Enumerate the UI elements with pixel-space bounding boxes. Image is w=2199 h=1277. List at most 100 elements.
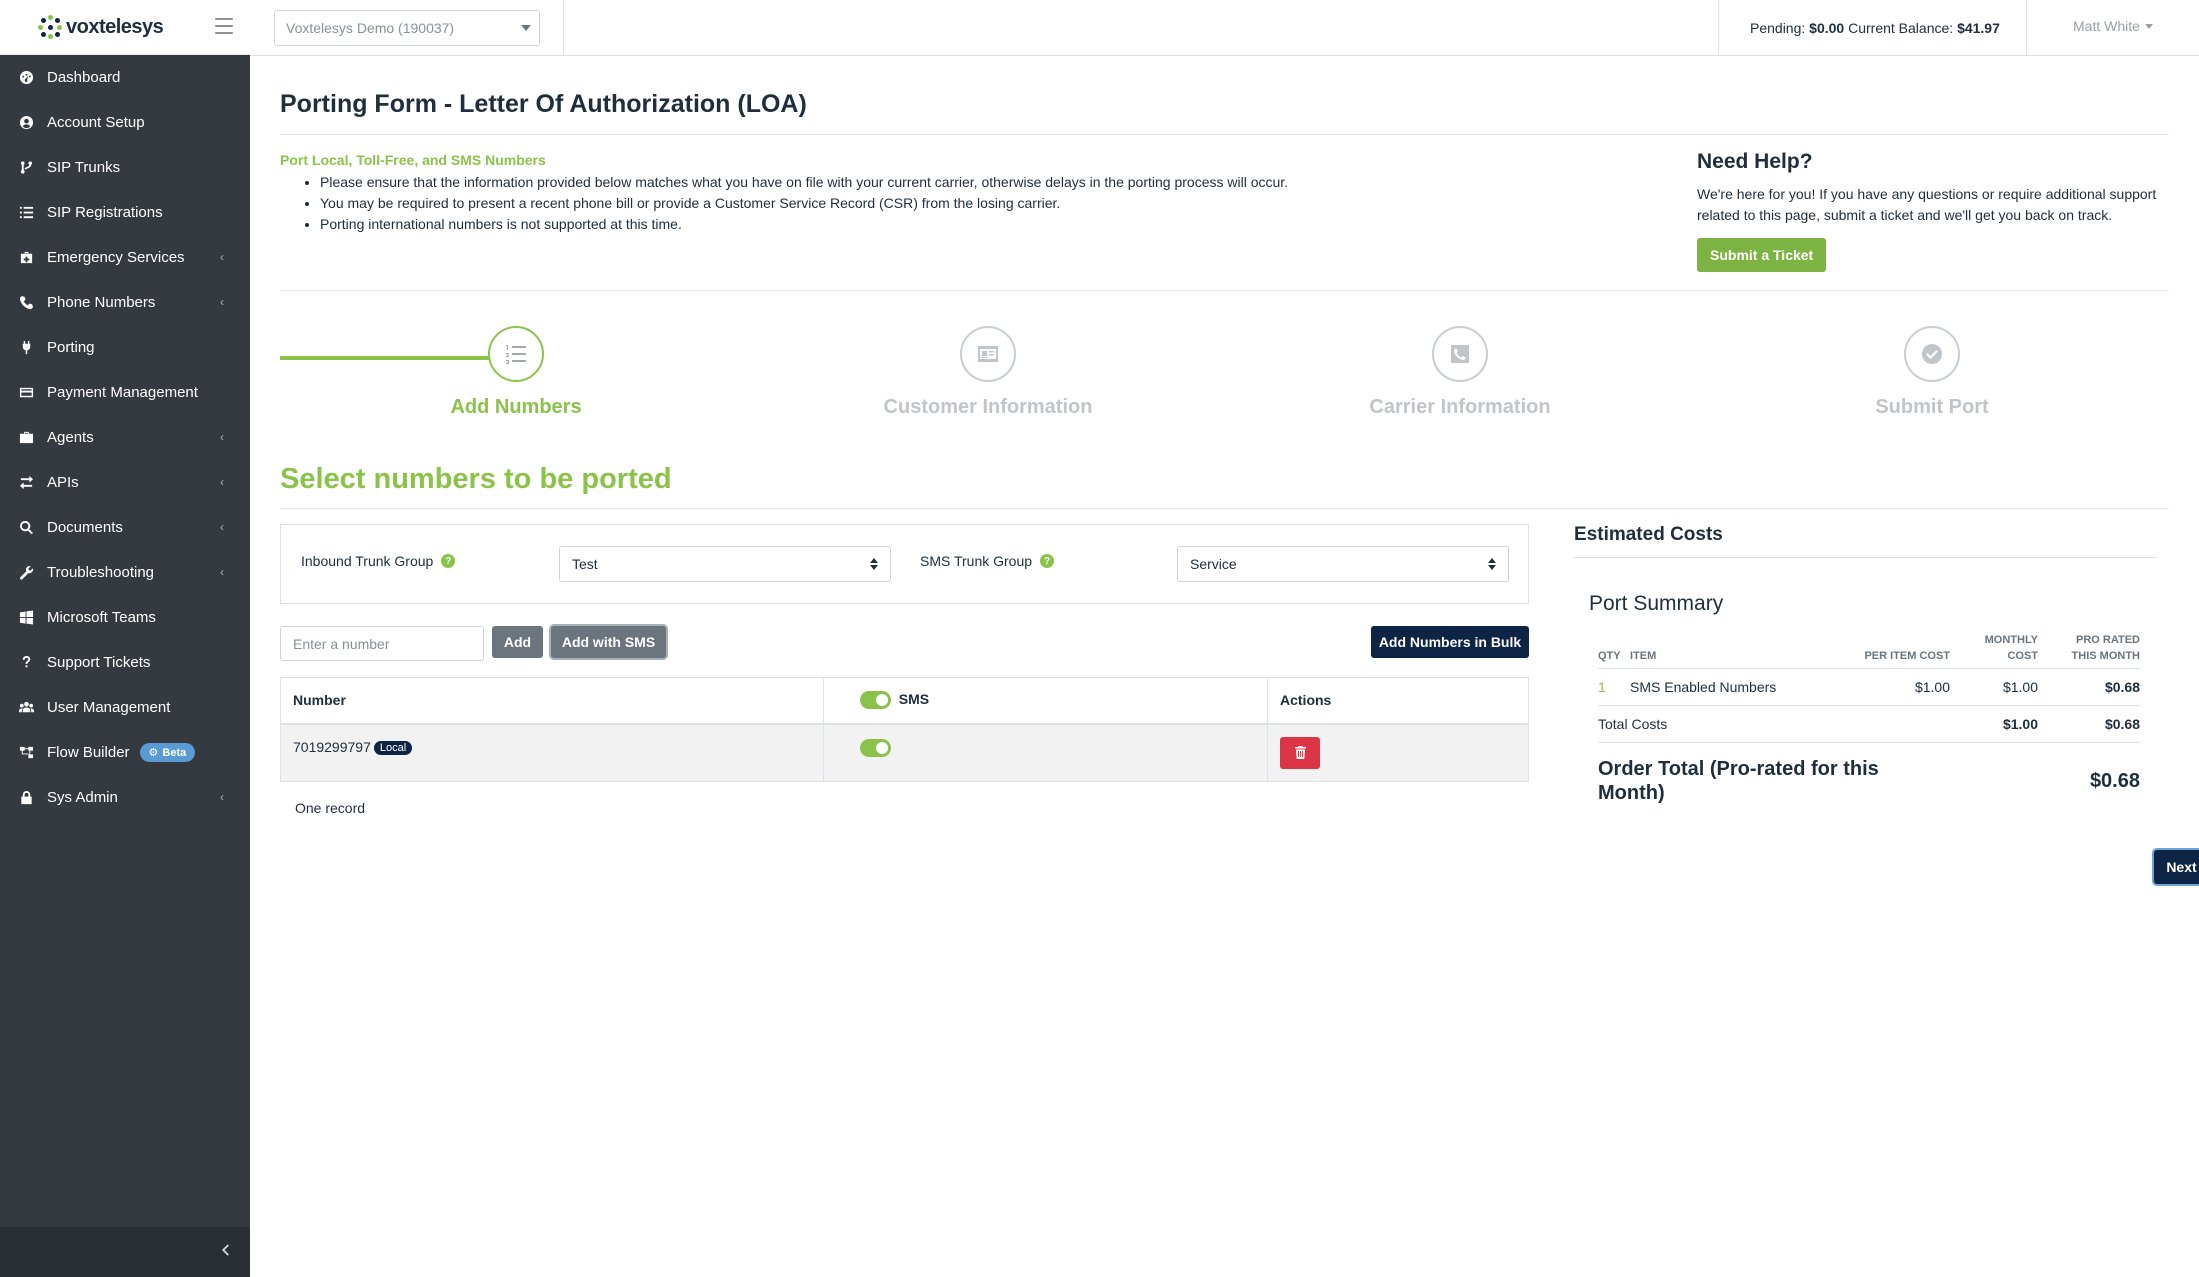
sidebar-item-label: SIP Registrations xyxy=(47,204,163,221)
chevron-left-icon: ‹ xyxy=(220,520,224,534)
column-header-monthly-cost: Monthly Cost xyxy=(1950,628,2038,669)
account-select[interactable]: Voxtelesys Demo (190037) xyxy=(274,10,540,46)
add-numbers-in-bulk-button[interactable]: Add Numbers in Bulk xyxy=(1371,626,1529,658)
sidebar-item-emergency-services[interactable]: Emergency Services ‹ xyxy=(0,235,250,280)
chevron-left-icon[interactable] xyxy=(218,1243,232,1261)
sidebar-item-label: Flow Builder xyxy=(47,744,130,761)
empty-cell xyxy=(1810,705,1950,743)
column-header-item: Item xyxy=(1630,628,1810,669)
brand-name: voxtelesys xyxy=(66,15,164,39)
next-button[interactable]: Next xyxy=(2154,850,2199,884)
sidebar-item-account-setup[interactable]: Account Setup xyxy=(0,100,250,145)
sidebar-item-support-tickets[interactable]: Support Tickets xyxy=(0,640,250,685)
sidebar-item-label: Emergency Services xyxy=(47,249,185,266)
number-input[interactable]: Enter a number xyxy=(280,626,484,661)
inbound-trunk-label: Inbound Trunk Group ? xyxy=(301,553,456,569)
intro-heading: Port Local, Toll-Free, and SMS Numbers xyxy=(280,152,546,168)
help-icon[interactable]: ? xyxy=(1040,554,1055,568)
sms-trunk-label-text: SMS Trunk Group xyxy=(920,553,1033,569)
user-menu[interactable]: Matt White xyxy=(2073,18,2153,34)
caret-down-icon xyxy=(521,25,531,31)
prorated-cell: $0.68 xyxy=(2038,668,2140,706)
column-header-per-item-cost: Per Item Cost xyxy=(1810,628,1950,669)
qty-cell: 1 xyxy=(1598,668,1630,706)
sidebar-item-label: APIs xyxy=(47,474,79,491)
sms-trunk-select[interactable]: Service xyxy=(1177,546,1509,582)
phone-icon xyxy=(18,294,35,311)
sidebar-item-porting[interactable]: Porting xyxy=(0,325,250,370)
sidebar-item-label: Agents xyxy=(47,429,94,446)
submit-ticket-button[interactable]: Submit a Ticket xyxy=(1697,238,1827,272)
sidebar-item-label: Documents xyxy=(47,519,123,536)
sidebar-item-payment-management[interactable]: Payment Management xyxy=(0,370,250,415)
total-costs-row: Total Costs $1.00 $0.68 xyxy=(1598,705,2140,743)
briefcase-icon xyxy=(18,429,35,446)
page-title: Porting Form - Letter Of Authorization (… xyxy=(280,90,807,118)
sidebar-item-sip-trunks[interactable]: SIP Trunks xyxy=(0,145,250,190)
search-icon xyxy=(18,519,35,536)
sidebar: voxtelesys Dashboard Account Setup SIP T… xyxy=(0,0,250,1277)
step-submit-port[interactable]: Submit Port xyxy=(1812,326,2052,419)
balance-label: Current Balance: xyxy=(1848,20,1954,36)
sidebar-item-label: SIP Trunks xyxy=(47,159,121,176)
step-label: Carrier Information xyxy=(1369,396,1551,418)
sidebar-item-phone-numbers[interactable]: Phone Numbers ‹ xyxy=(0,280,250,325)
sidebar-item-microsoft-teams[interactable]: Microsoft Teams xyxy=(0,595,250,640)
step-label: Customer Information xyxy=(883,396,1093,418)
sidebar-item-documents[interactable]: Documents ‹ xyxy=(0,505,250,550)
step-add-numbers[interactable]: Add Numbers xyxy=(396,326,636,419)
lock-icon xyxy=(18,789,35,806)
sort-icon xyxy=(870,557,878,571)
sms-toggle[interactable] xyxy=(860,738,891,757)
help-icon[interactable]: ? xyxy=(441,554,456,568)
dashboard-icon xyxy=(18,69,35,86)
balance-value: $41.97 xyxy=(1957,20,2000,36)
add-button[interactable]: Add xyxy=(492,626,543,658)
inbound-trunk-select[interactable]: Test xyxy=(559,546,891,582)
table-header-row: Number SMS Actions xyxy=(280,677,1529,725)
sort-icon xyxy=(1488,557,1496,571)
help-title: Need Help? xyxy=(1697,150,1813,173)
sidebar-item-sip-registrations[interactable]: SIP Registrations xyxy=(0,190,250,235)
trash-icon xyxy=(1294,746,1306,759)
sidebar-item-dashboard[interactable]: Dashboard xyxy=(0,55,250,100)
check-circle-icon xyxy=(1904,326,1960,382)
user-circle-icon xyxy=(18,114,35,131)
chevron-left-icon: ‹ xyxy=(220,790,224,804)
delete-button[interactable] xyxy=(1280,736,1320,769)
table-row: 1 SMS Enabled Numbers $1.00 $1.00 $0.68 xyxy=(1598,668,2140,706)
column-header-sms[interactable]: SMS xyxy=(823,677,1268,725)
total-prorated: $0.68 xyxy=(2038,705,2140,743)
sidebar-item-label: Sys Admin xyxy=(47,789,118,806)
step-customer-information[interactable]: Customer Information xyxy=(868,326,1108,419)
windows-icon xyxy=(18,609,35,626)
menu-toggle-icon[interactable] xyxy=(215,18,233,34)
column-header-actions: Actions xyxy=(1267,677,1529,725)
exchange-icon xyxy=(18,474,35,491)
number-cell: 7019299797 Local xyxy=(280,723,824,782)
trunk-group-panel: Inbound Trunk Group ? Test SMS Trunk Gro… xyxy=(280,524,1529,604)
brand-name-part1: vox xyxy=(66,15,99,38)
sms-all-toggle[interactable] xyxy=(860,691,891,710)
step-carrier-information[interactable]: Carrier Information xyxy=(1340,326,1580,419)
intro-list: Please ensure that the information provi… xyxy=(320,172,1288,235)
sidebar-item-troubleshooting[interactable]: Troubleshooting ‹ xyxy=(0,550,250,595)
column-header-number[interactable]: Number xyxy=(280,677,824,725)
chevron-left-icon: ‹ xyxy=(220,295,224,309)
help-panel: Need Help? We're here for you! If you ha… xyxy=(1697,150,2157,272)
id-card-icon xyxy=(960,326,1016,382)
add-with-sms-button[interactable]: Add with SMS xyxy=(551,626,666,658)
sidebar-item-flow-builder[interactable]: Flow Builder ⚙ Beta xyxy=(0,730,250,775)
sidebar-item-user-management[interactable]: User Management xyxy=(0,685,250,730)
brand-logo[interactable]: voxtelesys xyxy=(38,15,164,39)
pending-value: $0.00 xyxy=(1809,20,1845,36)
sidebar-item-apis[interactable]: APIs ‹ xyxy=(0,460,250,505)
numbers-table: Number SMS Actions 7019299797 Local xyxy=(280,677,1529,782)
column-header-sms-label: SMS xyxy=(898,691,930,708)
chevron-left-icon: ‹ xyxy=(220,430,224,444)
number-value: 7019299797 xyxy=(293,738,371,755)
chevron-left-icon: ‹ xyxy=(220,565,224,579)
order-total-label: Order Total (Pro-rated for this Month) xyxy=(1598,758,1879,804)
sidebar-item-agents[interactable]: Agents ‹ xyxy=(0,415,250,460)
sidebar-item-sys-admin[interactable]: Sys Admin ‹ xyxy=(0,775,250,820)
